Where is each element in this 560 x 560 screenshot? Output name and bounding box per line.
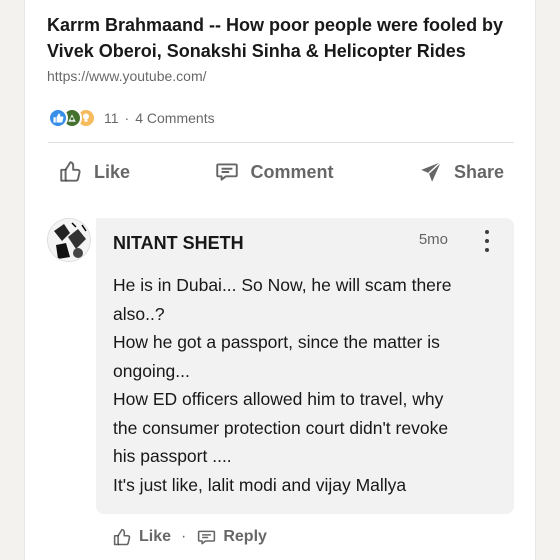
article-preview[interactable]: Karrm Brahmaand -- How poor people were … (47, 12, 517, 86)
send-icon (421, 161, 442, 182)
comment-button[interactable]: Comment (204, 150, 343, 194)
comment-line: How ED officers allowed him to travel, w… (113, 389, 444, 409)
comment-line: How he got a passport, since the matter … (113, 332, 440, 352)
separator-dot: · (124, 110, 130, 126)
more-options-icon[interactable] (480, 230, 494, 252)
like-icon (48, 108, 68, 128)
comment-line: his passport .... (113, 446, 232, 466)
reply-label: Reply (223, 528, 267, 545)
comment-text: He is in Dubai... So Now, he will scam t… (113, 271, 503, 499)
comment-line: He is in Dubai... So Now, he will scam t… (113, 275, 452, 295)
comment-line: It's just like, lalit modi and vijay Mal… (113, 474, 407, 495)
reaction-count[interactable]: 11 (104, 110, 119, 126)
comment-icon (216, 163, 239, 181)
post-actions: Like Comment Share (48, 150, 514, 194)
comment-line: the consumer protection court didn't rev… (113, 417, 449, 438)
comment-like-label: Like (139, 528, 172, 545)
reply-button[interactable]: Reply (196, 527, 267, 548)
like-button[interactable]: Like (48, 150, 140, 194)
share-label: Share (453, 161, 504, 182)
comments-count[interactable]: 4 Comments (135, 110, 214, 126)
comment-line: also..? (113, 303, 165, 324)
comment-like-button[interactable]: Like (112, 527, 171, 548)
commenter-name[interactable]: NITANT SHETH (113, 233, 244, 254)
article-title[interactable]: Karrm Brahmaand -- How poor people were … (47, 12, 517, 64)
separator-dot: · (181, 528, 187, 545)
comment-bubble: NITANT SHETH 5mo He is in Dubai... So No… (96, 218, 514, 514)
comment-label: Comment (250, 161, 334, 182)
comment-line: ongoing... (113, 360, 190, 381)
thumbs-up-icon (113, 528, 131, 545)
reply-icon (198, 530, 216, 544)
reaction-icons[interactable] (48, 108, 96, 128)
share-button[interactable]: Share (408, 150, 514, 194)
thumbs-up-icon (60, 161, 81, 182)
comment-actions: Like · Reply (112, 525, 267, 549)
article-url[interactable]: https://www.youtube.com/ (47, 66, 517, 86)
like-label: Like (94, 161, 131, 182)
avatar[interactable] (47, 218, 91, 262)
divider (48, 142, 514, 143)
comment-time: 5mo (418, 231, 448, 248)
social-counts[interactable]: 11 · 4 Comments (48, 107, 215, 129)
